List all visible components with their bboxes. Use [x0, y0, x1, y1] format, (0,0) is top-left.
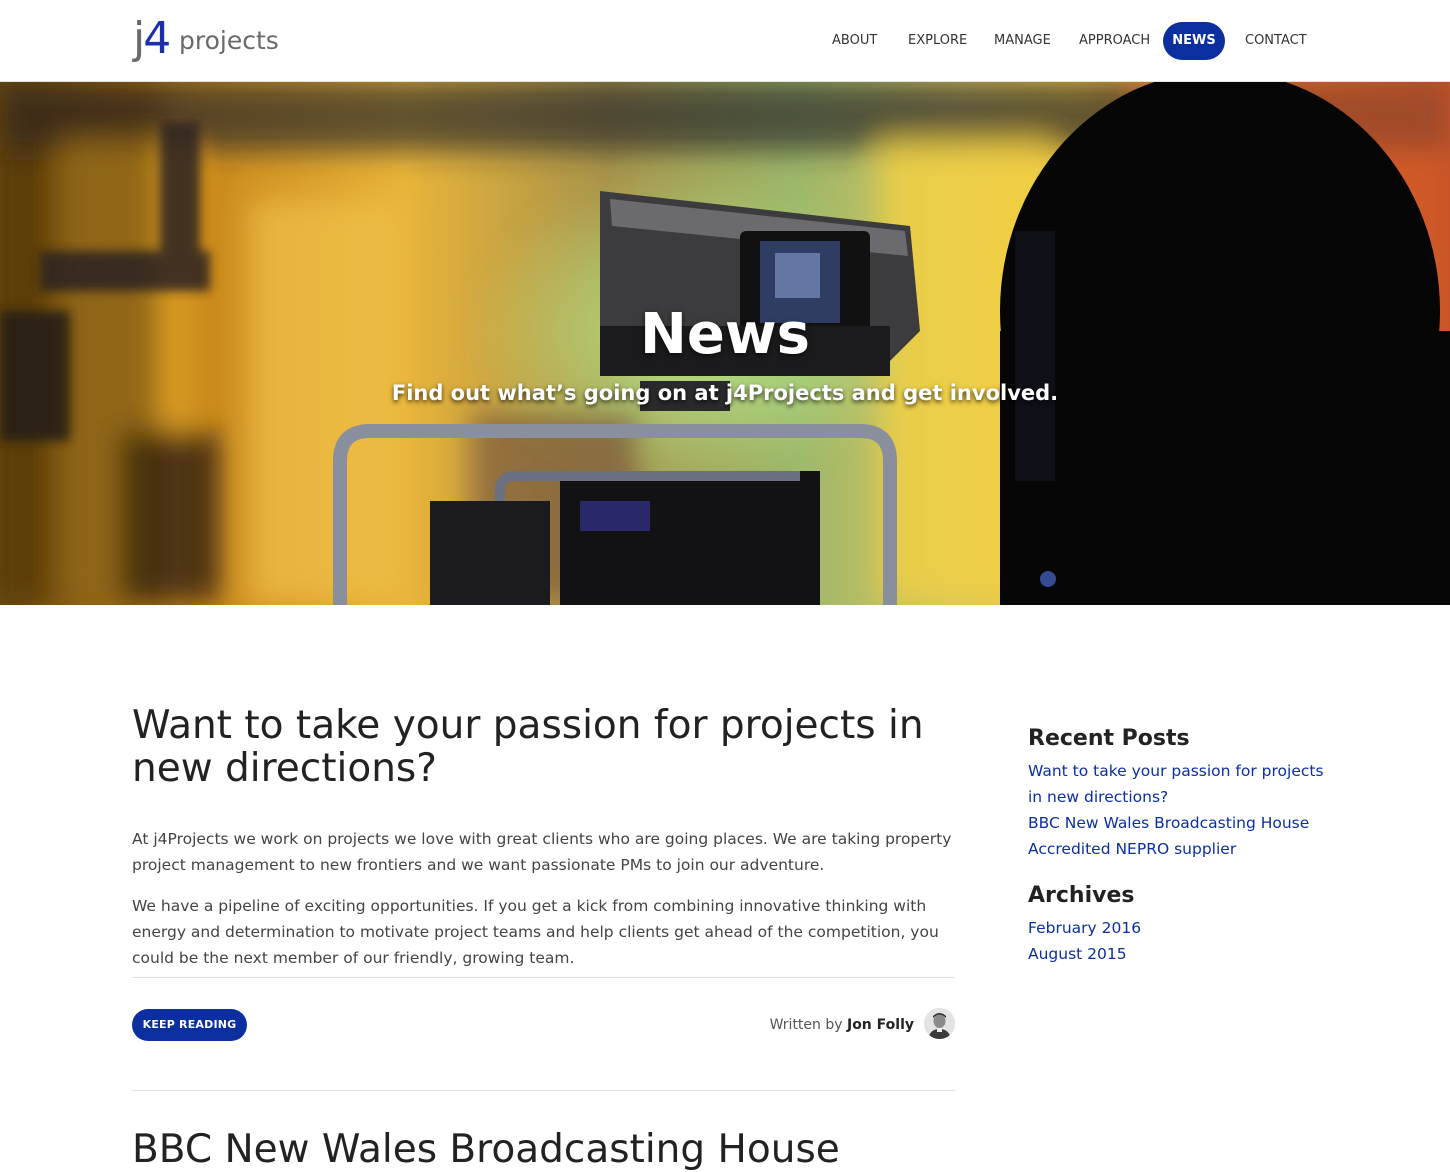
post-article: Want to take your passion for projects i…	[132, 704, 955, 971]
author-name[interactable]: Jon Folly	[847, 1017, 914, 1033]
hero-banner: News Find out what’s going on at j4Proje…	[0, 81, 1450, 605]
hero-subtitle: Find out what’s going on at j4Projects a…	[391, 381, 1059, 405]
post-divider	[132, 1090, 955, 1091]
nav-contact[interactable]: CONTACT	[1245, 22, 1307, 60]
nav-approach[interactable]: APPROACH	[1079, 22, 1150, 60]
sidebar: Recent Posts Want to take your passion f…	[1028, 724, 1328, 967]
written-by-label: Written by	[769, 1017, 843, 1033]
site-header: j4 projects ABOUT EXPLORE MANAGE APPROAC…	[0, 0, 1450, 82]
archives-list: February 2016 August 2015	[1028, 915, 1328, 967]
post-divider	[132, 977, 955, 978]
keep-reading-button[interactable]: KEEP READING	[132, 1009, 247, 1041]
recent-posts-list: Want to take your passion for projects i…	[1028, 758, 1328, 862]
nav-manage[interactable]: MANAGE	[994, 22, 1051, 60]
nav-about[interactable]: ABOUT	[832, 22, 877, 60]
archive-link[interactable]: August 2015	[1028, 941, 1328, 967]
post-byline: Written by Jon Folly	[770, 1015, 914, 1035]
recent-post-link[interactable]: Want to take your passion for projects i…	[1028, 758, 1328, 810]
archive-link[interactable]: February 2016	[1028, 915, 1328, 941]
author-avatar[interactable]	[924, 1008, 955, 1039]
hero-title: News	[640, 302, 810, 367]
recent-posts-heading: Recent Posts	[1028, 726, 1190, 751]
post-paragraph: We have a pipeline of exciting opportuni…	[132, 897, 939, 967]
next-post-title[interactable]: BBC New Wales Broadcasting House	[132, 1128, 840, 1171]
post-title[interactable]: Want to take your passion for projects i…	[132, 704, 955, 790]
recent-post-link[interactable]: Accredited NEPRO supplier	[1028, 836, 1328, 862]
nav-explore[interactable]: EXPLORE	[908, 22, 967, 60]
post-paragraph: At j4Projects we work on projects we lov…	[132, 830, 952, 874]
avatar-portrait-icon	[924, 1008, 955, 1039]
recent-post-link[interactable]: BBC New Wales Broadcasting House	[1028, 810, 1328, 836]
nav-news[interactable]: NEWS	[1163, 22, 1225, 60]
archives-heading: Archives	[1028, 883, 1135, 908]
main-nav: ABOUT EXPLORE MANAGE APPROACH NEWS CONTA…	[0, 22, 1450, 60]
